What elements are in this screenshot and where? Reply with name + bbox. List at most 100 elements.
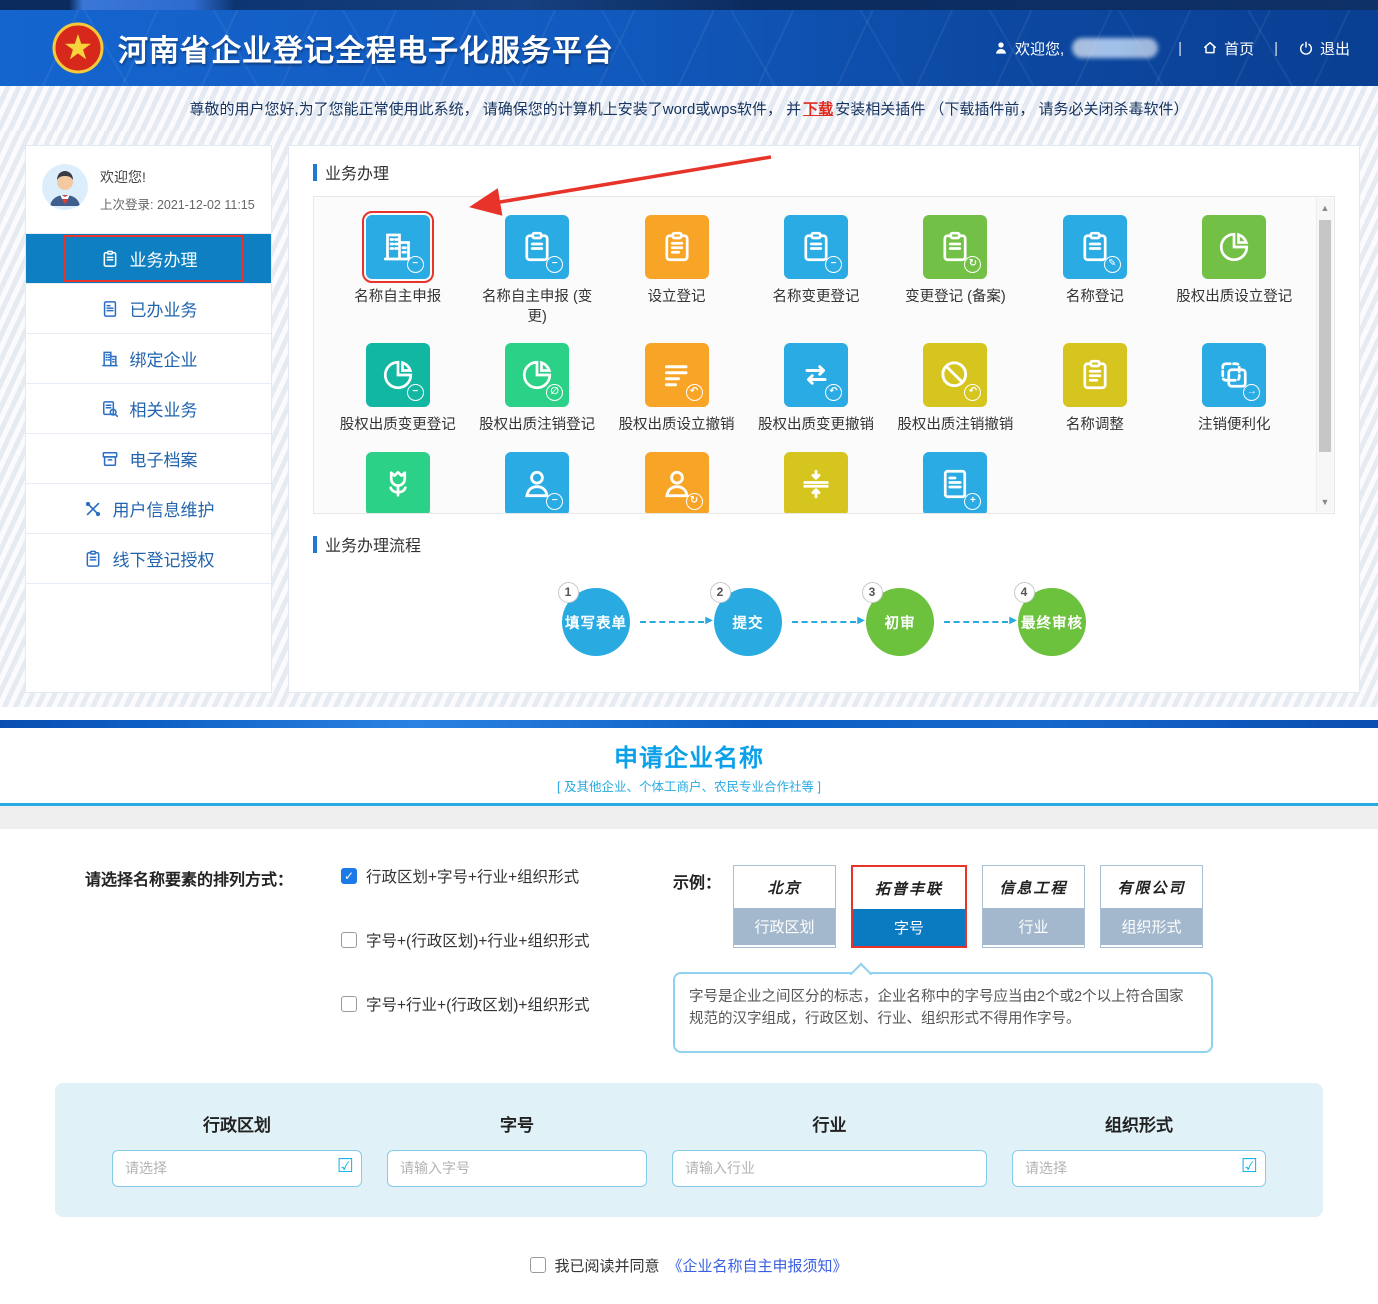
service-tile-label: 设立登记	[648, 288, 706, 308]
compress-icon	[798, 466, 834, 502]
service-item: ∅股权出质注销登记	[467, 343, 606, 436]
sidebar-item-6[interactable]: 用户信息维护	[26, 483, 271, 533]
sidebar-item-1[interactable]: 业务办理	[26, 233, 271, 283]
name-field-label: 字号	[500, 1111, 534, 1136]
sidebar-item-4[interactable]: 相关业务	[26, 383, 271, 433]
service-tile-7[interactable]	[1202, 215, 1266, 279]
logout-link[interactable]: 退出	[1298, 38, 1350, 59]
home-label: 首页	[1224, 38, 1254, 59]
name-field-label: 行政区划	[203, 1111, 271, 1136]
name-field-input-3[interactable]	[672, 1150, 987, 1187]
service-tile-8[interactable]: −	[366, 343, 430, 407]
select-picker-icon[interactable]: ☑	[337, 1157, 354, 1176]
service-item: +	[886, 452, 1025, 514]
service-item: ↶ 股权出质注销撤销	[886, 343, 1025, 436]
scrollbar-down-arrow[interactable]: ▼	[1317, 494, 1333, 510]
power-icon	[1298, 40, 1314, 56]
example-card-tag: 组织形式	[1101, 908, 1202, 945]
service-tile-18[interactable]	[784, 452, 848, 514]
name-field-2: 字号	[387, 1111, 647, 1187]
flow-step-3: 3初审	[866, 588, 934, 656]
tile-badge-icon: →	[1243, 384, 1260, 401]
arrangement-checkbox-3[interactable]	[341, 996, 357, 1012]
service-tile-label: 股权出质注销撤销	[897, 416, 1013, 436]
service-item: 股权出质设立登记	[1165, 215, 1304, 327]
service-tile-14[interactable]: →	[1202, 343, 1266, 407]
tools-icon	[83, 499, 103, 519]
service-tile-11[interactable]: ↶	[784, 343, 848, 407]
service-tile-4[interactable]: −	[784, 215, 848, 279]
tile-badge-icon: +	[964, 493, 981, 510]
sidebar-filler	[26, 583, 271, 692]
redacted-username	[1072, 38, 1158, 58]
cliplines-icon	[659, 229, 695, 265]
service-tile-label: 注销便利化	[1198, 416, 1271, 436]
section-title-flow: 业务办理流程	[313, 532, 1335, 556]
service-tile-5[interactable]: ↻	[923, 215, 987, 279]
tooltip-box: 字号是企业之间区分的标志，企业名称中的字号应当由2个或2个以上符合国家规范的汉字…	[673, 972, 1213, 1053]
avatar	[42, 164, 88, 210]
service-tile-19[interactable]: +	[923, 452, 987, 514]
sidebar-item-7[interactable]: 线下登记授权	[26, 533, 271, 583]
service-tile-17[interactable]: ↻	[645, 452, 709, 514]
scrollbar-thumb[interactable]	[1319, 220, 1331, 452]
apply-header: 申请企业名称 [ 及其他企业、个体工商户、农民专业合作社等 ]	[0, 728, 1378, 803]
service-tile-9[interactable]: ∅	[505, 343, 569, 407]
select-picker-icon[interactable]: ☑	[1241, 1157, 1258, 1176]
service-tile-10[interactable]: ↶	[645, 343, 709, 407]
flow-step-label: 最终审核	[1021, 612, 1083, 633]
name-field-label: 行业	[813, 1111, 847, 1136]
name-field-input-1[interactable]	[112, 1150, 362, 1187]
flow-step-number: 3	[862, 582, 883, 603]
sidebar-item-label: 业务办理	[130, 246, 198, 271]
tile-badge-icon: ↻	[686, 493, 703, 510]
service-tile-1[interactable]: −	[366, 215, 430, 279]
service-tile-16[interactable]: −	[505, 452, 569, 514]
service-tile-12[interactable]: ↶	[923, 343, 987, 407]
scrollbar-up-arrow[interactable]: ▲	[1317, 200, 1333, 216]
arrangement-option-label: 行政区划+字号+行业+组织形式	[366, 865, 579, 887]
service-item: 设立登记	[607, 215, 746, 327]
flow-step-label: 初审	[885, 612, 916, 633]
service-tile-15[interactable]	[366, 452, 430, 514]
name-field-input-4[interactable]	[1012, 1150, 1266, 1187]
home-link[interactable]: 首页	[1202, 38, 1254, 59]
sidebar-item-label: 用户信息维护	[113, 496, 215, 521]
logout-label: 退出	[1320, 38, 1350, 59]
service-tile-label: 股权出质变更登记	[340, 416, 456, 436]
sidebar-item-2[interactable]: 已办业务	[26, 283, 271, 333]
service-tile-6[interactable]: ✎	[1063, 215, 1127, 279]
tile-badge-icon: −	[825, 256, 842, 273]
example-cards: 北京行政区划拓普丰联字号信息工程行业有限公司组织形式	[733, 865, 1203, 948]
sidebar-item-3[interactable]: 绑定企业	[26, 333, 271, 383]
welcome-user[interactable]: 欢迎您,	[993, 38, 1158, 59]
example-card-4: 有限公司组织形式	[1100, 865, 1203, 948]
example-card-tag: 行业	[983, 908, 1084, 945]
agreement-link[interactable]: 《企业名称自主申报须知》	[668, 1255, 848, 1276]
section-title-text: 业务办理流程	[325, 532, 421, 556]
tile-badge-icon: ∅	[546, 384, 563, 401]
service-tile-2[interactable]: −	[505, 215, 569, 279]
arrangement-checkbox-2[interactable]	[341, 932, 357, 948]
service-item: −名称自主申报	[328, 215, 467, 327]
agree-checkbox[interactable]	[530, 1257, 546, 1273]
sidebar-item-5[interactable]: 电子档案	[26, 433, 271, 483]
apply-title: 申请企业名称	[0, 738, 1378, 773]
service-tile-3[interactable]	[645, 215, 709, 279]
last-login: 上次登录: 2021-12-02 11:15	[100, 194, 255, 213]
name-field-1: 行政区划 ☑	[112, 1111, 362, 1187]
example-card-value: 拓普丰联	[853, 867, 965, 909]
example-card-2: 拓普丰联字号	[851, 865, 967, 948]
service-item: ✎名称登记	[1025, 215, 1164, 327]
home-icon	[1202, 40, 1218, 56]
sidebar-menu: 业务办理已办业务绑定企业相关业务电子档案用户信息维护线下登记授权	[26, 233, 271, 583]
arrangement-checkbox-1[interactable]	[341, 868, 357, 884]
download-link[interactable]: 下载	[803, 98, 833, 119]
clipboard-icon	[100, 249, 120, 269]
service-tile-13[interactable]	[1063, 343, 1127, 407]
example-card-value: 北京	[734, 866, 835, 908]
name-field-input-2[interactable]	[387, 1150, 647, 1187]
name-field-4: 组织形式☑	[1012, 1111, 1266, 1187]
arrangement-option-label: 字号+行业+(行政区划)+组织形式	[366, 993, 589, 1015]
scrollbar[interactable]: ▲ ▼	[1316, 198, 1333, 512]
